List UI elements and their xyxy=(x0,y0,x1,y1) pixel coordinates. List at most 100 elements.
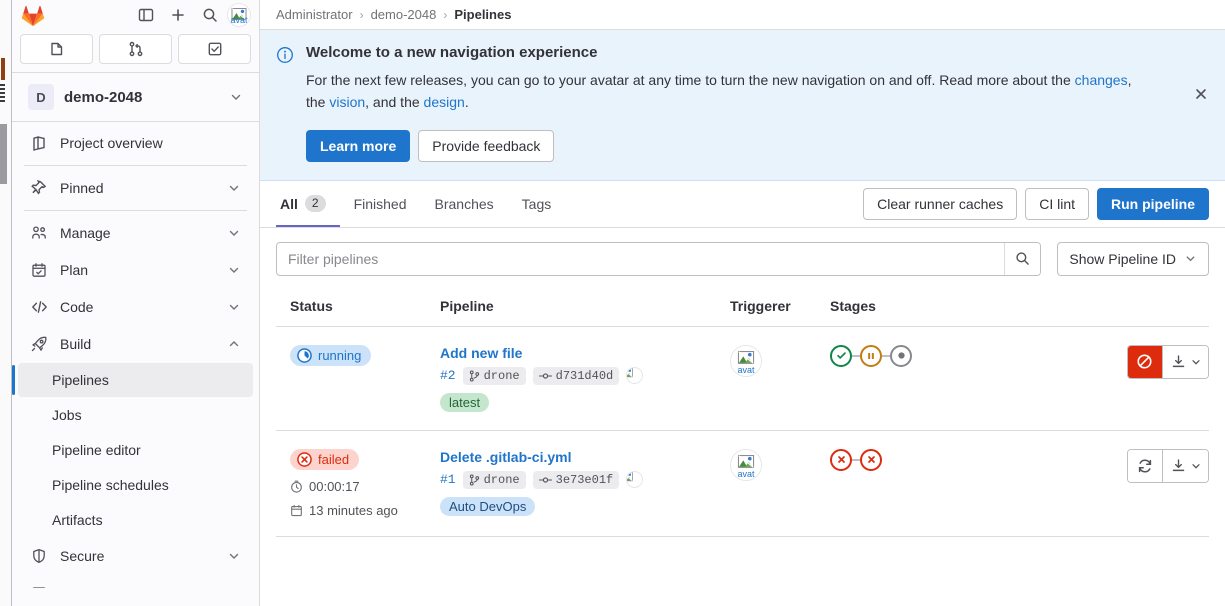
search-icon[interactable] xyxy=(1004,242,1041,275)
branch-chip[interactable]: drone xyxy=(462,470,526,489)
tab-label: Finished xyxy=(353,195,407,212)
avatar-alt-text: avat xyxy=(737,365,755,375)
search-button[interactable] xyxy=(195,2,225,28)
navigation-announcement-banner: Welcome to a new navigation experience F… xyxy=(260,30,1225,181)
retry-pipeline-button[interactable] xyxy=(1128,449,1162,482)
commit-author-avatar[interactable] xyxy=(626,471,644,489)
status-failed-icon[interactable] xyxy=(830,448,852,471)
calendar-icon xyxy=(30,261,48,279)
sidebar-item-label: Secure xyxy=(60,548,105,564)
close-icon[interactable] xyxy=(1189,82,1213,106)
banner-link-vision[interactable]: vision xyxy=(329,94,365,110)
merge-requests-shortcut[interactable] xyxy=(99,34,172,64)
tab-label: Branches xyxy=(434,195,494,212)
triggerer-avatar[interactable]: avat xyxy=(730,448,762,481)
status-success-icon[interactable] xyxy=(830,344,852,367)
toggle-sidebar-button[interactable] xyxy=(131,2,161,28)
commit-author-avatar[interactable] xyxy=(626,367,644,385)
column-header-triggerer: Triggerer xyxy=(730,297,791,314)
chevron-down-icon xyxy=(229,90,243,104)
tab-tags[interactable]: Tags xyxy=(508,181,566,227)
sidebar-subitem-label: Pipeline editor xyxy=(52,442,141,458)
sidebar-item-pipeline-editor[interactable]: Pipeline editor xyxy=(18,433,253,467)
status-created-icon[interactable] xyxy=(890,344,912,367)
download-artifacts-dropdown[interactable] xyxy=(1162,345,1208,378)
pipeline-tag: latest xyxy=(440,392,490,412)
status-failed-icon xyxy=(297,451,312,467)
sidebar-item-pipeline-schedules[interactable]: Pipeline schedules xyxy=(18,468,253,502)
run-pipeline-button[interactable]: Run pipeline xyxy=(1097,187,1209,220)
pipeline-id-link[interactable]: #1 xyxy=(440,472,456,487)
tab-finished[interactable]: Finished xyxy=(340,181,421,227)
breadcrumb-current: Pipelines xyxy=(454,7,512,22)
user-avatar[interactable]: avat xyxy=(227,3,251,27)
sidebar-item-plan[interactable]: Plan xyxy=(18,252,253,288)
filter-pipelines-input[interactable] xyxy=(277,242,1005,275)
ci-lint-button[interactable]: CI lint xyxy=(1025,187,1089,220)
project-switcher[interactable]: D demo-2048 xyxy=(18,75,253,119)
learn-more-button[interactable]: Learn more xyxy=(306,129,411,162)
cancel-pipeline-button[interactable] xyxy=(1128,345,1162,378)
banner-body-part4: . xyxy=(464,94,469,111)
download-artifacts-dropdown[interactable] xyxy=(1162,449,1208,482)
triggerer-avatar[interactable]: avat xyxy=(730,344,762,377)
sidebar-item-label: Manage xyxy=(60,225,111,241)
row-status-cell: running xyxy=(290,344,440,366)
status-badge[interactable]: running xyxy=(290,344,372,366)
edge-scrollbar[interactable] xyxy=(0,124,7,184)
gitlab-logo-icon[interactable] xyxy=(20,2,46,27)
duration-text: 00:00:17 xyxy=(309,478,360,494)
sidebar-item-secure[interactable]: Secure xyxy=(18,538,253,574)
tab-branches[interactable]: Branches xyxy=(421,181,508,227)
sidebar-item-manage[interactable]: Manage xyxy=(18,215,253,251)
sidebar-item-label: Deploy xyxy=(60,585,215,588)
breadcrumb-item-administrator[interactable]: Administrator xyxy=(276,7,353,22)
status-text: failed xyxy=(318,451,350,467)
edge-artifact-2 xyxy=(0,84,5,102)
todos-shortcut[interactable] xyxy=(178,34,251,64)
sidebar-item-pipelines[interactable]: Pipelines xyxy=(12,363,253,397)
avatar-alt-text: avat xyxy=(230,16,248,26)
breadcrumb-item-project[interactable]: demo-2048 xyxy=(371,7,437,22)
sidebar-item-label: Build xyxy=(60,336,92,352)
row-action-group xyxy=(1127,448,1209,483)
row-status-cell: failed 00:00:17 13 minutes ago xyxy=(290,448,440,518)
banner-link-design[interactable]: design xyxy=(424,94,465,110)
pipeline-title-link[interactable]: Add new file xyxy=(440,345,522,361)
sidebar-subitem-label: Artifacts xyxy=(52,512,103,528)
branch-name: drone xyxy=(483,472,520,487)
chevron-up-icon xyxy=(227,337,241,351)
status-badge[interactable]: failed xyxy=(290,448,360,470)
row-triggerer-cell: avat xyxy=(730,344,830,377)
pipeline-id-link[interactable]: #2 xyxy=(440,368,456,383)
commit-chip[interactable]: 3e73e01f xyxy=(532,470,620,489)
sidebar-item-artifacts[interactable]: Artifacts xyxy=(18,503,253,537)
sidebar-item-code[interactable]: Code xyxy=(18,289,253,325)
provide-feedback-button[interactable]: Provide feedback xyxy=(418,129,555,162)
tab-all[interactable]: All 2 xyxy=(276,181,340,227)
avatar-alt-text: avat xyxy=(737,469,755,479)
commit-chip[interactable]: d731d40d xyxy=(532,366,620,385)
sidebar-divider-1 xyxy=(24,165,247,166)
commit-sha: d731d40d xyxy=(555,368,614,383)
deploy-icon xyxy=(30,584,48,588)
sidebar-item-deploy[interactable]: Deploy xyxy=(18,575,253,588)
sidebar-item-pinned[interactable]: Pinned xyxy=(18,170,253,206)
sidebar-subitem-label: Pipeline schedules xyxy=(52,477,169,493)
stage-connector xyxy=(852,458,860,461)
sidebar-item-build[interactable]: Build xyxy=(18,326,253,362)
pipeline-title-link[interactable]: Delete .gitlab-ci.yml xyxy=(440,449,571,465)
issues-shortcut[interactable] xyxy=(20,34,93,64)
clear-runner-caches-button[interactable]: Clear runner caches xyxy=(863,187,1018,220)
branch-name: drone xyxy=(483,368,520,383)
sidebar-item-project-overview[interactable]: Project overview xyxy=(18,125,253,161)
users-icon xyxy=(30,224,48,242)
show-pipeline-id-dropdown[interactable]: Show Pipeline ID xyxy=(1057,241,1209,276)
banner-link-changes[interactable]: changes xyxy=(1075,72,1128,88)
create-new-button[interactable] xyxy=(163,2,193,28)
sidebar-item-jobs[interactable]: Jobs xyxy=(18,398,253,432)
status-failed-icon[interactable] xyxy=(860,448,882,471)
status-paused-icon[interactable] xyxy=(860,344,882,367)
branch-chip[interactable]: drone xyxy=(462,366,526,385)
sidebar-nav: Project overview Pinned Manage Plan Code… xyxy=(12,122,259,588)
